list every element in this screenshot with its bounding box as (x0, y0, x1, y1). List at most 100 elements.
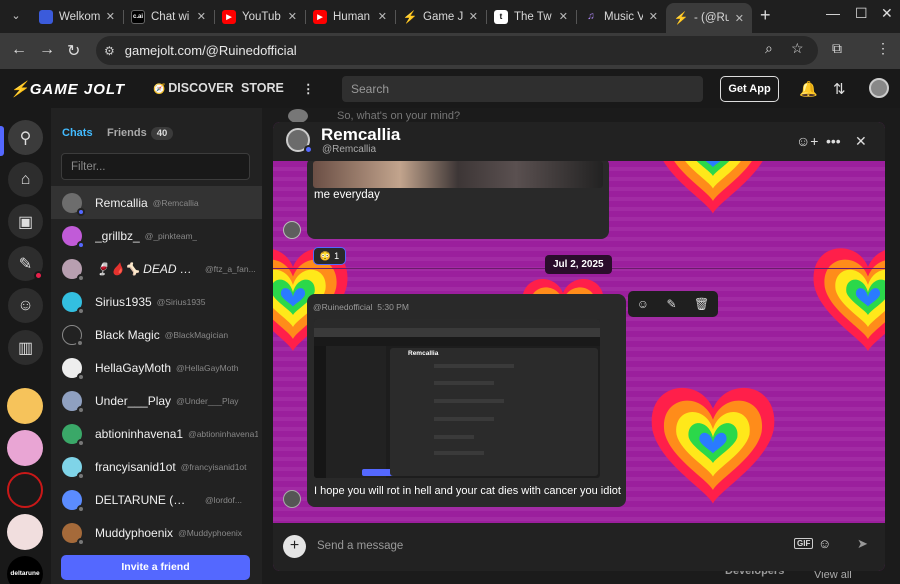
tab-close-icon[interactable]: ✕ (197, 10, 206, 23)
chat-row[interactable]: Remcallia @Remcallia (51, 186, 262, 219)
chat-row[interactable]: Black Magic @BlackMagician (51, 318, 262, 351)
rail-community-avatar[interactable]: deltarune (7, 556, 43, 584)
reload-icon[interactable]: ↻ (67, 41, 80, 61)
extensions-icon[interactable]: ⧉ (832, 40, 842, 57)
chat-row[interactable]: Muddyphoenix @Muddyphoenix (51, 516, 262, 549)
chat-row[interactable]: DELTARUNE (🧟💕) (...@lordof... (51, 483, 262, 516)
reaction-chip[interactable]: 😳 1 (313, 247, 346, 265)
forward-icon[interactable]: → (39, 41, 55, 59)
rail-community-avatar[interactable] (7, 430, 43, 466)
rail-store-icon[interactable]: ⌂ (8, 162, 43, 197)
chat-row[interactable]: _grillbz_ @_pinkteam_ (51, 219, 262, 252)
message-text: me everyday (314, 189, 380, 201)
more-options-icon[interactable]: ••• (826, 133, 841, 149)
browser-menu-icon[interactable]: ⋮ (876, 40, 890, 57)
add-reaction-icon[interactable]: ☺ (637, 297, 649, 311)
chat-row[interactable]: abtioninhavena1 @abtioninhavena1 (51, 417, 262, 450)
zoom-icon[interactable]: ⌕ (765, 40, 773, 57)
gamejolt-logo[interactable]: ⚡GAME JOLT (10, 80, 125, 98)
tab-chats[interactable]: Chats (62, 127, 93, 139)
notifications-bell-icon[interactable]: 🔔 (799, 80, 818, 98)
message-bubble[interactable]: me everyday (307, 161, 609, 239)
more-menu-icon[interactable]: ⋮ (302, 81, 315, 96)
message-bubble[interactable]: @Ruinedofficial 5:30 PM Remcallia I hope… (307, 294, 626, 507)
browser-tab[interactable]: ⚡ Game J ✕ (395, 4, 486, 29)
message-input[interactable]: Send a message (317, 540, 403, 552)
message-avatar[interactable] (283, 490, 301, 508)
gamejolt-icon: ⚡ (402, 9, 418, 24)
bookmark-star-icon[interactable]: ☆ (791, 40, 804, 57)
activity-icon[interactable]: ⇅ (833, 80, 846, 98)
delete-trash-icon[interactable]: 🗑 (694, 297, 709, 311)
tab-close-icon[interactable]: ✕ (288, 10, 297, 23)
edit-pencil-icon[interactable]: ✎ (666, 297, 676, 311)
back-icon[interactable]: ← (11, 41, 27, 59)
status-indicator (77, 504, 85, 513)
maximize-icon[interactable]: ☐ (855, 5, 868, 22)
tab-close-icon[interactable]: ✕ (378, 10, 387, 23)
discover-icon: 🧭 (153, 84, 169, 95)
search-input[interactable]: Search (342, 76, 703, 102)
message-avatar[interactable] (283, 221, 301, 239)
browser-tab[interactable]: Welkom ✕ (31, 4, 123, 29)
chat-row[interactable]: HellaGayMoth @HellaGayMoth (51, 351, 262, 384)
user-avatar[interactable] (869, 78, 889, 98)
browser-tab[interactable]: t The Tw ✕ (486, 4, 576, 29)
rail-community-avatar[interactable] (7, 514, 43, 550)
tab-close-icon[interactable]: ✕ (649, 10, 658, 23)
browser-tab[interactable]: ♫ Music V ✕ (576, 4, 666, 29)
add-member-icon[interactable]: ☺+ (796, 133, 818, 149)
avatar (62, 192, 85, 216)
browser-tab[interactable]: ▶ YouTub ✕ (214, 4, 305, 29)
site-info-icon[interactable]: ⚙ (104, 44, 115, 58)
chat-username: @Remcallia (322, 144, 377, 155)
chat-row[interactable]: francyisanid1ot @francyisanid1ot (51, 450, 262, 483)
avatar (62, 258, 85, 282)
get-app-button[interactable]: Get App (720, 76, 779, 102)
rail-bag-icon[interactable]: ▣ (8, 204, 43, 239)
message-screenshot-image[interactable]: Remcallia (314, 319, 600, 478)
add-attachment-button[interactable]: + (283, 535, 306, 558)
status-indicator (77, 438, 85, 447)
invite-friend-button[interactable]: Invite a friend (61, 555, 250, 580)
browser-tab[interactable]: ▶ Human ✕ (305, 4, 395, 29)
avatar (62, 390, 85, 414)
send-icon[interactable]: ➤ (857, 536, 868, 552)
tab-friends[interactable]: Friends 40 (107, 127, 174, 140)
sticker-icon[interactable]: ☺ (818, 536, 831, 551)
tab-close-icon[interactable]: ✕ (469, 10, 478, 23)
status-indicator (77, 273, 85, 282)
tab-close-icon[interactable]: ✕ (735, 12, 744, 25)
chat-title[interactable]: Remcallia (321, 125, 400, 145)
chat-messages: me everyday 😳 1 Jul 2, 2025 ☺ ✎ 🗑 @Ruined… (273, 161, 885, 523)
window-close-icon[interactable]: ✕ (881, 5, 893, 22)
tab-close-icon[interactable]: ✕ (106, 10, 115, 23)
date-separator: Jul 2, 2025 (545, 255, 612, 274)
rail-community-avatar[interactable] (7, 388, 43, 424)
message-image[interactable] (313, 161, 603, 188)
new-tab-icon[interactable]: + (760, 5, 771, 26)
message-meta: @Ruinedofficial 5:30 PM (313, 302, 409, 312)
tab-search-chevron-icon[interactable]: ⌄ (6, 6, 26, 26)
chat-row[interactable]: Under___Play @Under___Play (51, 384, 262, 417)
rail-robot-icon[interactable]: ☺ (8, 288, 43, 323)
rail-library-icon[interactable]: ▥ (8, 330, 43, 365)
gif-icon[interactable]: GIF (794, 538, 814, 549)
post-composer-placeholder[interactable]: So, what's on your mind? (337, 110, 460, 122)
address-bar[interactable]: ⚙ gamejolt.com/@Ruinedofficial (96, 36, 818, 65)
rail-selected-indicator (0, 126, 4, 156)
browser-tab-active[interactable]: ⚡ - (@Rui✕ (666, 3, 752, 33)
rail-community-avatar[interactable] (7, 472, 43, 508)
tab-close-icon[interactable]: ✕ (559, 10, 568, 23)
close-chat-icon[interactable]: ✕ (855, 133, 867, 150)
nav-store[interactable]: STORE (241, 81, 284, 95)
chat-row[interactable]: 🍷🩸🦴 DEAD COU...@ftz_a_fan... (51, 252, 262, 285)
filter-input[interactable]: Filter... (61, 153, 250, 180)
browser-tab[interactable]: c.ai Chat wi ✕ (123, 4, 214, 29)
nav-discover[interactable]: 🧭 DISCOVER (153, 81, 234, 95)
youtube-icon: ▶ (313, 9, 327, 24)
chat-row[interactable]: Sirius1935 @Sirius1935 (51, 285, 262, 318)
feed-avatar (288, 109, 308, 123)
rail-chat-icon[interactable]: ⚲ (8, 120, 43, 155)
minimize-icon[interactable]: — (826, 5, 840, 21)
